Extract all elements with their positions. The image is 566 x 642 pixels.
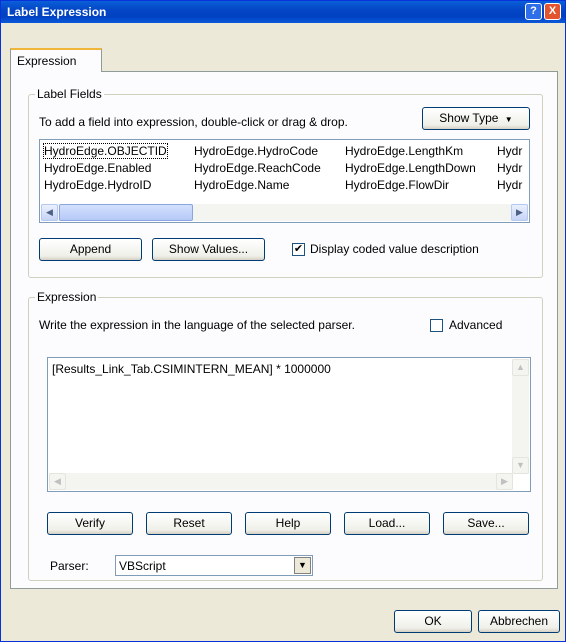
reset-button[interactable]: Reset	[146, 512, 232, 535]
expression-textarea[interactable]: [Results_Link_Tab.CSIMINTERN_MEAN] * 100…	[47, 357, 531, 492]
show-values-button[interactable]: Show Values...	[152, 238, 265, 261]
save-button[interactable]: Save...	[443, 512, 529, 535]
field-item[interactable]: Hydr	[497, 144, 522, 158]
close-icon[interactable]: X	[544, 3, 561, 20]
field-item[interactable]: Hydr	[497, 178, 522, 192]
cancel-button[interactable]: Abbrechen	[478, 610, 560, 633]
scroll-left-icon[interactable]: ◀	[41, 204, 58, 221]
advanced-label: Advanced	[449, 318, 503, 332]
field-item[interactable]: Hydr	[497, 161, 522, 175]
dropdown-arrow-icon: ▼	[504, 115, 513, 124]
scroll-right-icon[interactable]: ▶	[496, 473, 513, 490]
window-title: Label Expression	[7, 5, 107, 19]
tab-expression[interactable]: Expression	[10, 48, 102, 72]
parser-value: VBScript	[119, 559, 166, 573]
ok-button[interactable]: OK	[394, 610, 472, 633]
expression-horizontal-scrollbar[interactable]: ◀ ▶	[49, 473, 513, 490]
parser-label: Parser:	[50, 559, 89, 573]
help-icon[interactable]: ?	[525, 3, 542, 20]
field-item[interactable]: HydroEdge.LengthDown	[345, 161, 476, 175]
parser-select[interactable]: VBScript ▼	[115, 555, 313, 576]
field-item[interactable]: HydroEdge.LengthKm	[345, 144, 463, 158]
expression-text[interactable]: [Results_Link_Tab.CSIMINTERN_MEAN] * 100…	[52, 362, 331, 376]
label-fields-instruction: To add a field into expression, double-c…	[39, 115, 348, 129]
help-button[interactable]: Help	[245, 512, 331, 535]
scroll-down-icon[interactable]: ▼	[512, 457, 529, 474]
field-item[interactable]: HydroEdge.Name	[194, 178, 289, 192]
field-item[interactable]: HydroEdge.HydroID	[44, 178, 151, 192]
field-item[interactable]: HydroEdge.FlowDir	[345, 178, 449, 192]
show-type-button[interactable]: Show Type ▼	[422, 107, 530, 130]
display-coded-checkbox[interactable]: ✔	[292, 243, 305, 256]
fields-listbox[interactable]: HydroEdge.OBJECTID HydroEdge.HydroCode H…	[39, 139, 530, 223]
scroll-right-icon[interactable]: ▶	[511, 204, 528, 221]
field-item[interactable]: HydroEdge.Enabled	[44, 161, 151, 175]
scroll-up-icon[interactable]: ▲	[512, 359, 529, 376]
display-coded-label: Display coded value description	[310, 242, 479, 256]
scroll-left-icon[interactable]: ◀	[49, 473, 66, 490]
tab-panel: Label Fields To add a field into express…	[10, 71, 558, 589]
append-button[interactable]: Append	[39, 238, 142, 261]
label-fields-legend: Label Fields	[35, 87, 104, 101]
field-item[interactable]: HydroEdge.HydroCode	[194, 144, 318, 158]
scroll-thumb[interactable]	[59, 204, 193, 221]
title-bar: Label Expression ? X	[1, 1, 565, 23]
expression-legend: Expression	[35, 290, 99, 304]
field-item[interactable]: HydroEdge.OBJECTID	[43, 143, 168, 159]
load-button[interactable]: Load...	[344, 512, 430, 535]
tab-label: Expression	[17, 54, 77, 68]
fields-horizontal-scrollbar[interactable]: ◀ ▶	[41, 204, 528, 221]
expression-instruction: Write the expression in the language of …	[39, 318, 355, 332]
advanced-checkbox[interactable]	[430, 319, 443, 332]
verify-button[interactable]: Verify	[47, 512, 133, 535]
chevron-down-icon[interactable]: ▼	[294, 557, 311, 574]
expression-vertical-scrollbar[interactable]: ▲ ▼	[512, 359, 529, 474]
label-expression-dialog: Label Expression ? X Expression Label Fi…	[0, 0, 566, 642]
field-item[interactable]: HydroEdge.ReachCode	[194, 161, 321, 175]
